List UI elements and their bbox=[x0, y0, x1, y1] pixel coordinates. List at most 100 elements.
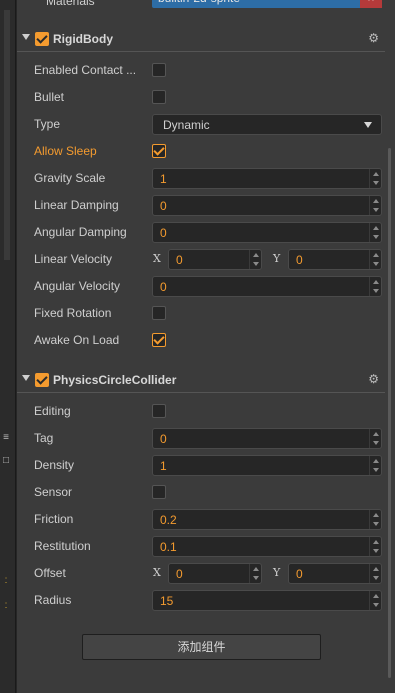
linear-damping-value: 0 bbox=[160, 199, 167, 213]
marker-icon: : bbox=[4, 575, 8, 586]
offset-x-input[interactable]: 0 bbox=[168, 563, 262, 584]
tag-input[interactable]: 0 bbox=[152, 428, 382, 449]
offset-y-value: 0 bbox=[296, 567, 303, 581]
gravity-scale-input[interactable]: 1 bbox=[152, 168, 382, 189]
linear-velocity-y-label: Y bbox=[273, 252, 281, 265]
angular-damping-input[interactable]: 0 bbox=[152, 222, 382, 243]
remove-icon[interactable]: ✖ bbox=[360, 0, 382, 8]
collider-enabled-checkbox[interactable] bbox=[35, 373, 49, 387]
sensor-row: Sensor bbox=[17, 479, 385, 506]
type-label: Type bbox=[34, 117, 61, 131]
enabled-contact-row: Enabled Contact ... bbox=[17, 57, 385, 84]
linear-velocity-label: Linear Velocity bbox=[34, 252, 113, 266]
angular-velocity-input[interactable]: 0 bbox=[152, 276, 382, 297]
restitution-label: Restitution bbox=[34, 539, 91, 553]
materials-value: builtin-2d-sprite bbox=[158, 0, 240, 5]
radius-label: Radius bbox=[34, 593, 72, 607]
gear-icon[interactable]: ⚙ bbox=[368, 31, 379, 45]
inspector-scrollbar[interactable] bbox=[388, 148, 391, 678]
add-component-button[interactable]: 添加组件 bbox=[82, 634, 321, 660]
angular-damping-stepper[interactable] bbox=[369, 223, 381, 242]
density-input[interactable]: 1 bbox=[152, 455, 382, 476]
restitution-input[interactable]: 0.1 bbox=[152, 536, 382, 557]
linear-damping-label: Linear Damping bbox=[34, 198, 119, 212]
fixed-rotation-checkbox[interactable] bbox=[152, 306, 166, 320]
restitution-value: 0.1 bbox=[160, 540, 177, 554]
type-row: Type Dynamic bbox=[17, 111, 385, 138]
fixed-rotation-row: Fixed Rotation bbox=[17, 300, 385, 327]
square-icon[interactable]: □ bbox=[0, 455, 12, 466]
angular-velocity-stepper[interactable] bbox=[369, 277, 381, 296]
gravity-scale-stepper[interactable] bbox=[369, 169, 381, 188]
hamburger-icon[interactable]: ≡ bbox=[0, 432, 12, 443]
tag-label: Tag bbox=[34, 431, 54, 445]
linear-damping-stepper[interactable] bbox=[369, 196, 381, 215]
awake-on-load-label: Awake On Load bbox=[34, 333, 120, 347]
allow-sleep-label: Allow Sleep bbox=[34, 144, 97, 158]
materials-label: Materials bbox=[46, 0, 95, 8]
awake-on-load-checkbox[interactable] bbox=[152, 333, 166, 347]
linear-velocity-x-stepper[interactable] bbox=[249, 250, 261, 269]
restitution-stepper[interactable] bbox=[369, 537, 381, 556]
type-dropdown[interactable]: Dynamic bbox=[152, 114, 382, 135]
offset-y-stepper[interactable] bbox=[369, 564, 381, 583]
fold-arrow-icon[interactable] bbox=[22, 375, 30, 381]
radius-stepper[interactable] bbox=[369, 591, 381, 610]
friction-row: Friction 0.2 bbox=[17, 506, 385, 533]
linear-velocity-y-input[interactable]: 0 bbox=[288, 249, 382, 270]
awake-on-load-row: Awake On Load bbox=[17, 327, 385, 354]
offset-x-stepper[interactable] bbox=[249, 564, 261, 583]
allow-sleep-row: Allow Sleep bbox=[17, 138, 385, 165]
tag-row: Tag 0 bbox=[17, 425, 385, 452]
linear-velocity-x-label: X bbox=[153, 252, 161, 265]
fold-arrow-icon[interactable] bbox=[22, 34, 30, 40]
linear-velocity-x-input[interactable]: 0 bbox=[168, 249, 262, 270]
angular-damping-value: 0 bbox=[160, 226, 167, 240]
rigidbody-title: RigidBody bbox=[53, 32, 113, 46]
rigidbody-enabled-checkbox[interactable] bbox=[35, 32, 49, 46]
editing-row: Editing bbox=[17, 398, 385, 425]
enabled-contact-checkbox[interactable] bbox=[152, 63, 166, 77]
bullet-checkbox[interactable] bbox=[152, 90, 166, 104]
left-strip-scrollbar[interactable] bbox=[4, 10, 10, 260]
radius-input[interactable]: 15 bbox=[152, 590, 382, 611]
sensor-label: Sensor bbox=[34, 485, 73, 499]
editing-label: Editing bbox=[34, 404, 71, 418]
editing-checkbox[interactable] bbox=[152, 404, 166, 418]
density-value: 1 bbox=[160, 459, 167, 473]
gear-icon[interactable]: ⚙ bbox=[368, 372, 379, 386]
linear-damping-input[interactable]: 0 bbox=[152, 195, 382, 216]
friction-label: Friction bbox=[34, 512, 74, 526]
linear-velocity-y-stepper[interactable] bbox=[369, 250, 381, 269]
friction-value: 0.2 bbox=[160, 513, 177, 527]
offset-x-label: X bbox=[153, 566, 161, 579]
offset-y-label: Y bbox=[273, 566, 281, 579]
friction-stepper[interactable] bbox=[369, 510, 381, 529]
angular-damping-row: Angular Damping 0 bbox=[17, 219, 385, 246]
materials-field[interactable]: builtin-2d-sprite ✖ bbox=[152, 0, 382, 8]
density-row: Density 1 bbox=[17, 452, 385, 479]
density-label: Density bbox=[34, 458, 75, 472]
bullet-row: Bullet bbox=[17, 84, 385, 111]
fixed-rotation-label: Fixed Rotation bbox=[34, 306, 112, 320]
type-value: Dynamic bbox=[163, 118, 210, 132]
allow-sleep-checkbox[interactable] bbox=[152, 144, 166, 158]
angular-velocity-row: Angular Velocity 0 bbox=[17, 273, 385, 300]
sensor-checkbox[interactable] bbox=[152, 485, 166, 499]
offset-y-input[interactable]: 0 bbox=[288, 563, 382, 584]
linear-velocity-x-value: 0 bbox=[176, 253, 183, 267]
enabled-contact-label: Enabled Contact ... bbox=[34, 63, 137, 77]
radius-row: Radius 15 bbox=[17, 587, 385, 614]
rigidbody-header[interactable]: RigidBody ⚙ bbox=[17, 26, 385, 52]
offset-x-value: 0 bbox=[176, 567, 183, 581]
angular-velocity-label: Angular Velocity bbox=[34, 279, 121, 293]
gravity-scale-value: 1 bbox=[160, 172, 167, 186]
tag-stepper[interactable] bbox=[369, 429, 381, 448]
gravity-scale-row: Gravity Scale 1 bbox=[17, 165, 385, 192]
friction-input[interactable]: 0.2 bbox=[152, 509, 382, 530]
gravity-scale-label: Gravity Scale bbox=[34, 171, 106, 185]
collider-title: PhysicsCircleCollider bbox=[53, 373, 177, 387]
density-stepper[interactable] bbox=[369, 456, 381, 475]
collider-header[interactable]: PhysicsCircleCollider ⚙ bbox=[17, 367, 385, 393]
inspector-panel: Materials builtin-2d-sprite ✖ RigidBody … bbox=[17, 0, 395, 693]
